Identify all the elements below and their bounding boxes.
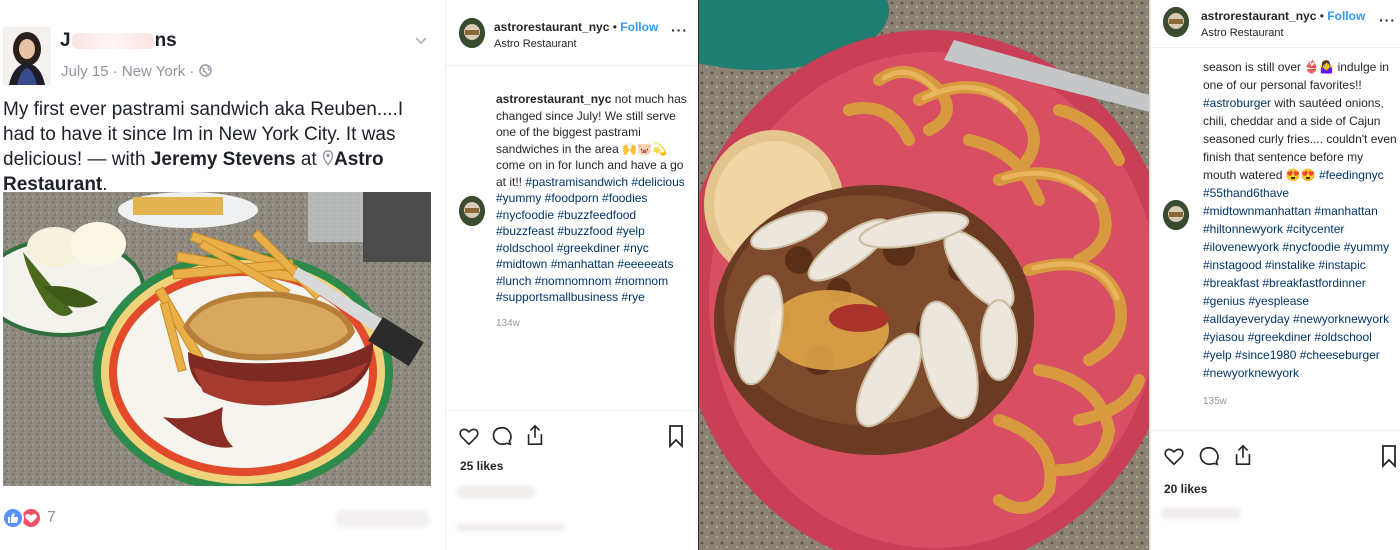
facebook-post: Jns July 15 · New York · My first ever p… — [0, 0, 445, 550]
post-time[interactable]: 135w — [1203, 396, 1227, 407]
caption-avatar[interactable] — [459, 196, 485, 226]
comment-icon[interactable] — [491, 425, 513, 447]
poster-name-end: ns — [154, 30, 177, 51]
reactions-bar[interactable]: 7 — [2, 505, 56, 531]
account-username[interactable]: astrorestaurant_nyc — [1201, 9, 1316, 23]
account-name-row: astrorestaurant_nyc • Follow — [1201, 9, 1365, 23]
redacted-content — [1161, 507, 1241, 519]
post-caption: season is still over 👙🤷‍♀️ indulge in on… — [1203, 58, 1397, 382]
action-bar: 20 likes — [1151, 430, 1400, 550]
share-icon[interactable] — [524, 423, 546, 447]
action-bar: 25 likes — [446, 410, 698, 550]
tagged-person[interactable]: Jeremy Stevens — [151, 149, 296, 170]
like-reaction-icon — [2, 507, 24, 529]
likes-count[interactable]: 25 likes — [460, 459, 503, 473]
name-redaction — [71, 32, 154, 49]
reaction-count: 7 — [47, 509, 56, 526]
post-header: astrorestaurant_nyc • Follow Astro Resta… — [1151, 0, 1400, 48]
comment-icon[interactable] — [1198, 445, 1220, 467]
follow-button[interactable]: Follow — [620, 20, 658, 34]
meta-separator: · — [189, 63, 195, 80]
post-location[interactable]: New York — [122, 63, 185, 80]
post-meta: July 15 · New York · — [61, 63, 212, 80]
at-word: at — [295, 149, 322, 170]
reuben-sandwich-photo[interactable] — [3, 192, 431, 486]
more-icon[interactable]: ··· — [671, 22, 688, 38]
follow-button[interactable]: Follow — [1327, 9, 1365, 23]
poster-name-start: J — [60, 30, 71, 51]
caption-text: season is still over 👙🤷‍♀️ indulge in on… — [1203, 60, 1389, 92]
account-username[interactable]: astrorestaurant_nyc — [494, 20, 609, 34]
heart-icon[interactable] — [458, 425, 480, 447]
redacted-content — [456, 486, 536, 498]
meta-separator: · — [112, 63, 118, 80]
location-link[interactable]: Astro Restaurant — [1201, 27, 1284, 39]
instagram-post-1: astrorestaurant_nyc • Follow Astro Resta… — [445, 0, 698, 550]
instagram-post-2: astrorestaurant_nyc • Follow Astro Resta… — [1150, 0, 1400, 550]
more-icon[interactable]: ··· — [1379, 12, 1396, 28]
post-text: My first ever pastrami sandwich aka Reub… — [3, 97, 439, 197]
location-pin-icon — [322, 150, 334, 166]
chevron-down-icon[interactable] — [414, 34, 428, 48]
likes-count[interactable]: 20 likes — [1164, 482, 1207, 496]
profile-avatar[interactable] — [3, 27, 51, 85]
caption-hashtag-burger[interactable]: #astroburger — [1203, 96, 1271, 110]
bookmark-icon[interactable] — [667, 424, 685, 448]
heart-icon[interactable] — [1163, 445, 1185, 467]
post-header: astrorestaurant_nyc • Follow Astro Resta… — [446, 0, 698, 66]
location-link[interactable]: Astro Restaurant — [494, 38, 577, 50]
share-icon[interactable] — [1232, 443, 1254, 467]
caption-hashtags-b[interactable]: #midtownmanhattan #manhattan #hiltonnewy… — [1203, 204, 1389, 380]
astroburger-photo[interactable] — [699, 0, 1150, 550]
caption-username[interactable]: astrorestaurant_nyc — [496, 92, 611, 106]
redacted-content — [335, 510, 430, 528]
account-avatar[interactable] — [1163, 7, 1189, 37]
post-date[interactable]: July 15 — [61, 63, 109, 80]
post-time[interactable]: 134w — [496, 318, 520, 329]
globe-icon — [198, 64, 212, 77]
bookmark-icon[interactable] — [1380, 444, 1398, 468]
account-avatar[interactable] — [459, 18, 485, 48]
comment-avatar[interactable] — [1163, 200, 1189, 230]
redacted-content — [456, 523, 566, 531]
poster-name[interactable]: Jns — [60, 30, 177, 52]
post-caption: astrorestaurant_nyc not much has changed… — [496, 91, 688, 306]
caption-hashtags[interactable]: #pastramisandwich #delicious #yummy #foo… — [496, 175, 685, 305]
account-name-row: astrorestaurant_nyc • Follow — [494, 20, 658, 34]
